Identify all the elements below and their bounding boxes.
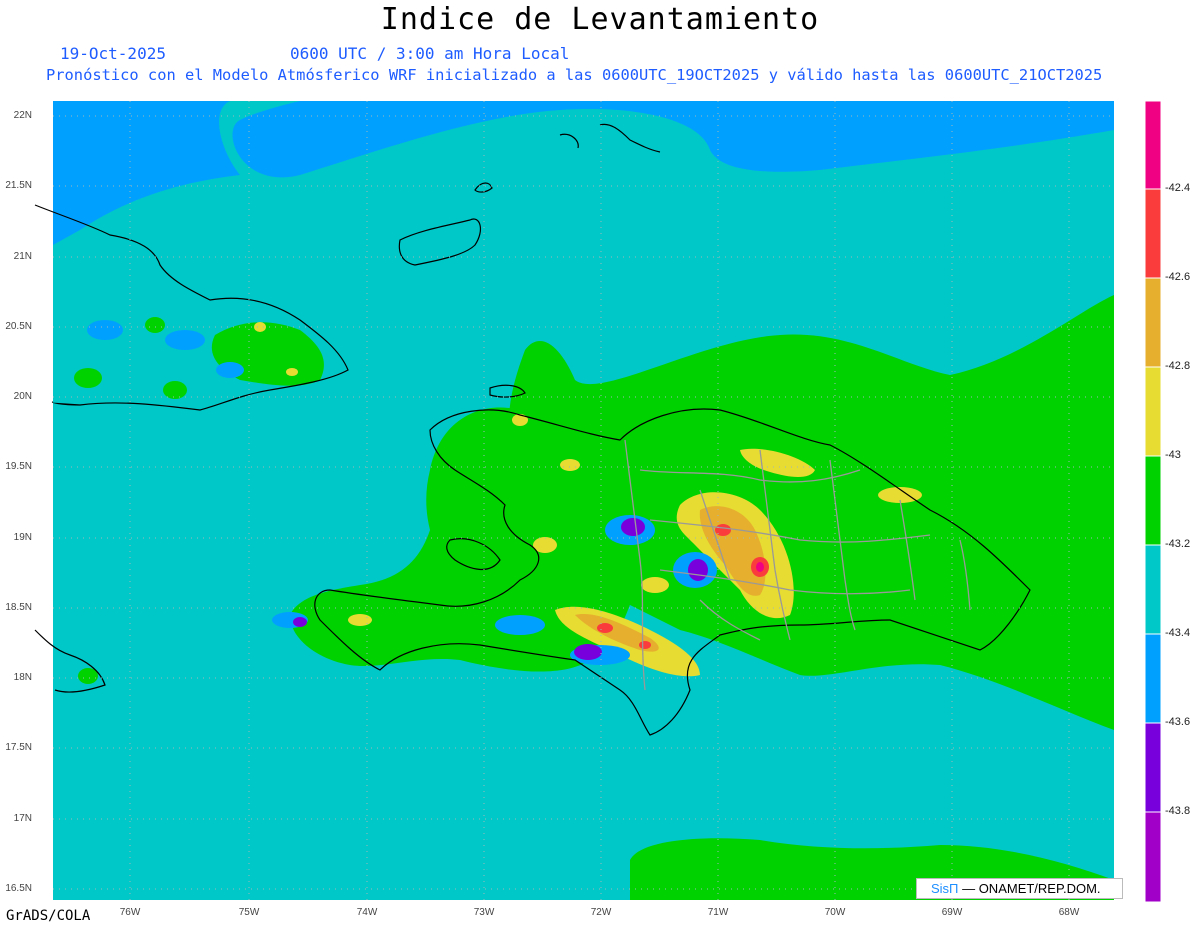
colorbar-label: -43.8 — [1165, 805, 1191, 817]
colorbar-swatch-8 — [1144, 722, 1162, 813]
magenta-core — [756, 562, 764, 572]
red-southwest-1 — [597, 623, 613, 633]
forecast-time: 0600 UTC / 3:00 am Hora Local — [290, 44, 570, 63]
cuba-convection-west — [74, 368, 102, 388]
lat-label: 20N — [13, 391, 32, 402]
cuba-blue-2 — [165, 330, 205, 350]
software-label: GrADS/COLA — [6, 908, 91, 924]
purple-spot-2 — [688, 559, 708, 581]
forecast-date: 19-Oct-2025 — [60, 44, 166, 63]
colorbar-label: -43.4 — [1165, 627, 1191, 639]
lon-label: 68W — [1058, 907, 1080, 918]
credit-org: — ONAMET/REP.DOM. — [962, 881, 1101, 896]
colorbar-swatch-9 — [1144, 811, 1162, 903]
lat-label: 21.5N — [5, 180, 32, 191]
lat-label: 16.5N — [5, 883, 32, 894]
lat-label: 19.5N — [5, 461, 32, 472]
cuba-convection-2 — [145, 317, 165, 333]
lon-label: 73W — [473, 907, 495, 918]
cuba-yellow-2 — [286, 368, 298, 376]
colorbar-swatch-6 — [1144, 544, 1162, 635]
purple-spot-1 — [621, 518, 645, 536]
colorbar-swatch-1 — [1144, 100, 1162, 190]
colorbar-label: -42.8 — [1165, 360, 1191, 372]
map-title: Indice de Levantamiento — [380, 2, 820, 37]
yellow-north-haiti-2 — [560, 459, 580, 471]
blue-spot-4 — [495, 615, 545, 635]
jamaica-green — [78, 668, 98, 684]
forecast-description: Pronóstico con el Modelo Atmósferico WRF… — [46, 66, 1103, 84]
cuba-blue-3 — [216, 362, 244, 378]
colorbar-label: -42.6 — [1165, 271, 1191, 283]
lat-label: 19N — [13, 532, 32, 543]
yellow-central-west — [641, 577, 669, 593]
purple-spot-4 — [293, 617, 307, 627]
cuba-yellow-1 — [254, 322, 266, 332]
lat-label: 21N — [13, 251, 32, 262]
lat-label: 20.5N — [5, 321, 32, 332]
colorbar-label: -42.4 — [1165, 182, 1191, 194]
lon-label: 70W — [824, 907, 846, 918]
colorbar-swatch-3 — [1144, 277, 1162, 368]
colorbar-swatch-7 — [1144, 633, 1162, 724]
red-core-1 — [715, 524, 731, 536]
cuba-blue-1 — [87, 320, 123, 340]
lon-label: 71W — [707, 907, 729, 918]
colorbar-label: -43.2 — [1165, 538, 1191, 550]
colorbar-swatch-4 — [1144, 366, 1162, 457]
cuba-convection-3 — [163, 381, 187, 399]
lon-label: 75W — [238, 907, 260, 918]
lat-label: 17N — [13, 813, 32, 824]
lat-label: 18.5N — [5, 602, 32, 613]
colorbar-swatch-5 — [1144, 455, 1162, 546]
colorbar-label: -43.6 — [1165, 716, 1191, 728]
colorbar-swatch-2 — [1144, 188, 1162, 279]
lon-label: 74W — [356, 907, 378, 918]
lat-label: 17.5N — [5, 742, 32, 753]
lat-label: 22N — [13, 110, 32, 121]
lifted-index-map — [34, 100, 1162, 903]
red-southwest-2 — [639, 641, 651, 649]
lon-label: 69W — [941, 907, 963, 918]
credit-box: SisΠ — ONAMET/REP.DOM. — [916, 878, 1123, 899]
purple-spot-3 — [574, 644, 602, 660]
credit-sis: SisΠ — [931, 881, 959, 896]
yellow-haiti-west — [348, 614, 372, 626]
colorbar-label: -43 — [1165, 449, 1181, 461]
lon-label: 72W — [590, 907, 612, 918]
lat-label: 18N — [13, 672, 32, 683]
lon-label: 76W — [119, 907, 141, 918]
yellow-north-haiti-1 — [512, 414, 528, 426]
colorbar — [1144, 100, 1162, 903]
